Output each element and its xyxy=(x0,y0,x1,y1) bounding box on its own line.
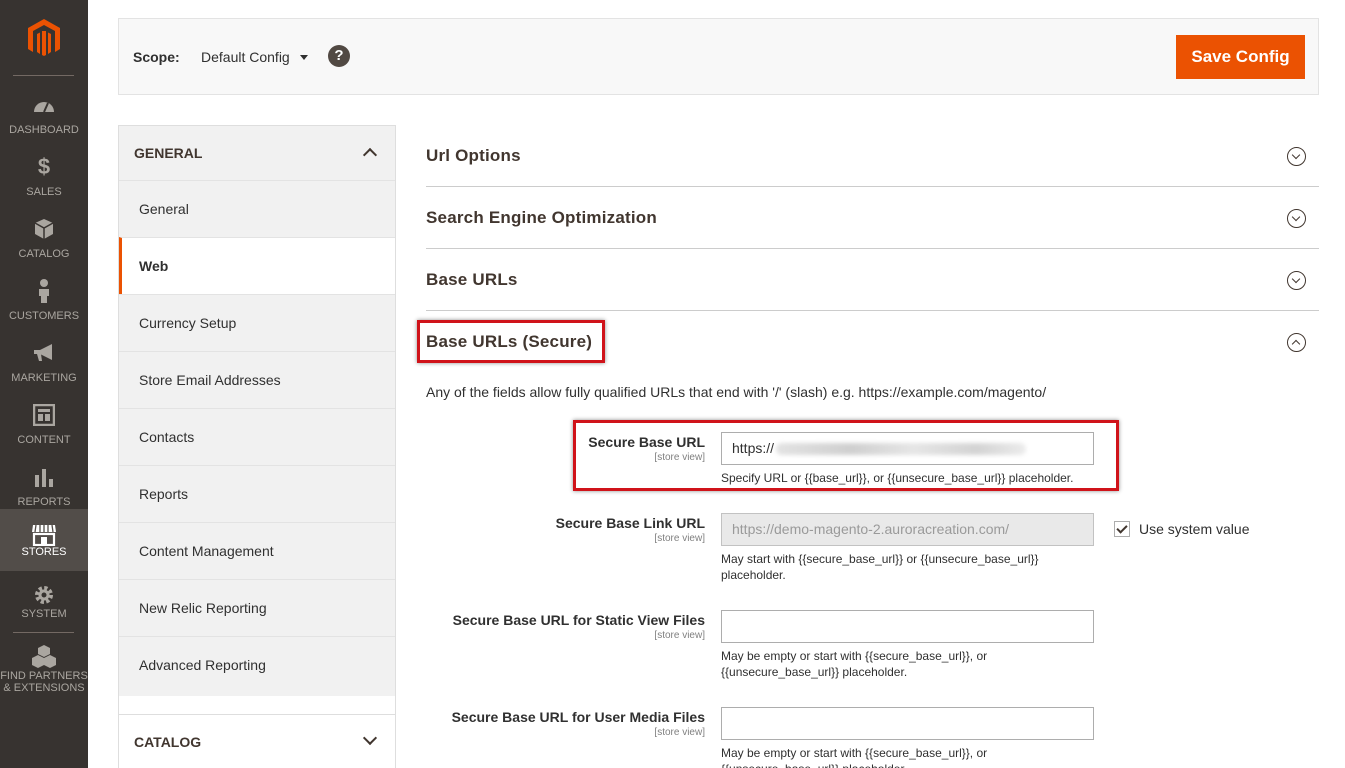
field-scope: [store view] xyxy=(654,630,705,641)
scope-switcher[interactable]: Default Config xyxy=(201,49,308,65)
nav-item-content[interactable]: Content xyxy=(0,394,88,456)
tab-group-title: Catalog xyxy=(134,734,202,750)
bar-chart-icon xyxy=(0,464,88,490)
nav-item-marketing[interactable]: Marketing xyxy=(0,332,88,394)
nav-item-stores[interactable]: Stores xyxy=(0,509,88,571)
nav-label: Find Partners & Extensions xyxy=(0,670,88,694)
field-label: Secure Base URL for User Media Files xyxy=(451,709,705,725)
store-icon xyxy=(0,522,88,548)
checkbox-checked-icon[interactable] xyxy=(1114,521,1130,537)
tab-group-general[interactable]: General xyxy=(119,126,395,180)
field-label-static-view-files: Secure Base URL for Static View Files [s… xyxy=(453,612,705,641)
caret-down-icon xyxy=(299,54,308,60)
help-icon[interactable]: ? xyxy=(328,45,350,67)
gear-icon xyxy=(0,582,88,608)
nav-separator xyxy=(13,75,74,76)
sidebar-item-store-email-addresses[interactable]: Store Email Addresses xyxy=(119,351,395,408)
sidebar-item-label: Currency Setup xyxy=(139,315,237,331)
nav-label: Content xyxy=(17,434,71,446)
section-title: Url Options xyxy=(426,146,521,165)
layout-icon xyxy=(0,402,88,428)
sidebar-item-contacts[interactable]: Contacts xyxy=(119,408,395,465)
sidebar-gap xyxy=(119,696,395,714)
nav-label: Customers xyxy=(8,310,80,322)
nav-item-dashboard[interactable]: Dashboard xyxy=(0,84,88,146)
megaphone-icon xyxy=(0,340,88,366)
sidebar-item-content-management[interactable]: Content Management xyxy=(119,522,395,579)
page-actions-bar: Scope: Default Config ? Save Config xyxy=(118,18,1319,95)
field-label-secure-base-link-url: Secure Base Link URL [store view] xyxy=(556,515,705,544)
sidebar-item-label: Content Management xyxy=(139,543,274,559)
nav-item-sales[interactable]: $ Sales xyxy=(0,146,88,208)
field-scope: [store view] xyxy=(654,727,705,738)
nav-label: Reports xyxy=(17,496,71,508)
chevron-down-circle-icon xyxy=(1287,147,1306,166)
sidebar-item-label: Web xyxy=(139,258,169,274)
field-label: Secure Base URL for Static View Files xyxy=(452,612,705,628)
sidebar-item-label: New Relic Reporting xyxy=(139,600,267,616)
section-url-options[interactable]: Url Options xyxy=(426,125,1319,187)
section-seo[interactable]: Search Engine Optimization xyxy=(426,187,1319,249)
sidebar-item-web[interactable]: Web xyxy=(119,237,395,294)
sidebar-item-label: Advanced Reporting xyxy=(139,657,266,673)
tab-group-catalog[interactable]: Catalog xyxy=(119,714,395,768)
annotation-highlight-title xyxy=(417,320,605,363)
nav-label: Stores xyxy=(21,546,67,558)
section-description: Any of the fields allow fully qualified … xyxy=(426,384,1047,400)
general-tab-list: General Web Currency Setup Store Email A… xyxy=(119,180,395,693)
person-icon xyxy=(0,278,88,304)
admin-menu: Dashboard $ Sales Catalog Customers Mark… xyxy=(0,0,88,768)
use-system-value-label: Use system value xyxy=(1139,521,1250,537)
nav-item-customers[interactable]: Customers xyxy=(0,270,88,332)
use-system-value-checkbox[interactable]: Use system value xyxy=(1114,521,1249,537)
secure-base-link-url-input[interactable]: https://demo-magento-2.auroracreation.co… xyxy=(721,513,1094,546)
save-config-button[interactable]: Save Config xyxy=(1176,35,1305,79)
sidebar-item-reports[interactable]: Reports xyxy=(119,465,395,522)
nav-label: System xyxy=(21,608,67,620)
nav-item-catalog[interactable]: Catalog xyxy=(0,208,88,270)
sidebar-item-label: General xyxy=(139,201,189,217)
sidebar-item-currency-setup[interactable]: Currency Setup xyxy=(119,294,395,351)
section-title: Base URLs xyxy=(426,270,518,289)
nav-item-find-partners[interactable]: Find Partners & Extensions xyxy=(0,640,88,714)
section-title: Search Engine Optimization xyxy=(426,208,657,227)
secure-user-media-files-input[interactable] xyxy=(721,707,1094,740)
scope-label: Scope: xyxy=(133,49,180,65)
chevron-down-circle-icon xyxy=(1287,209,1306,228)
nav-label: Sales xyxy=(26,186,62,198)
config-sidebar: General General Web Currency Setup Store… xyxy=(118,125,396,768)
nav-label: Dashboard xyxy=(9,124,79,136)
sidebar-item-general[interactable]: General xyxy=(119,180,395,237)
magento-logo-icon[interactable] xyxy=(26,18,62,58)
nav-label: Catalog xyxy=(18,248,70,260)
field-note: May start with {{secure_base_url}} or {{… xyxy=(721,552,1039,582)
nav-separator xyxy=(13,632,74,633)
field-label: Secure Base Link URL xyxy=(555,515,705,531)
field-note: May be empty or start with {{secure_base… xyxy=(721,746,988,768)
tab-group-title: General xyxy=(134,145,203,161)
chevron-up-icon xyxy=(362,147,378,163)
sidebar-item-new-relic-reporting[interactable]: New Relic Reporting xyxy=(119,579,395,636)
field-label-user-media-files: Secure Base URL for User Media Files [st… xyxy=(452,709,705,738)
section-base-urls[interactable]: Base URLs xyxy=(426,249,1319,311)
secure-static-view-files-input[interactable] xyxy=(721,610,1094,643)
cubes-icon xyxy=(0,643,88,669)
chevron-up-circle-icon xyxy=(1287,333,1306,352)
field-note: May be empty or start with {{secure_base… xyxy=(721,649,988,679)
sidebar-item-label: Reports xyxy=(139,486,189,502)
nav-label: Marketing xyxy=(11,372,77,384)
box-icon xyxy=(0,216,88,242)
chevron-down-circle-icon xyxy=(1287,271,1306,290)
sidebar-item-label: Store Email Addresses xyxy=(139,372,281,388)
sidebar-item-advanced-reporting[interactable]: Advanced Reporting xyxy=(119,636,395,693)
scope-value: Default Config xyxy=(201,49,290,65)
annotation-highlight-field xyxy=(573,420,1119,491)
dashboard-icon xyxy=(0,92,88,118)
field-scope: [store view] xyxy=(654,533,705,544)
chevron-down-icon xyxy=(362,730,378,746)
sidebar-item-label: Contacts xyxy=(139,429,195,445)
dollar-icon: $ xyxy=(37,154,51,179)
nav-label-line2: & Extensions xyxy=(3,682,85,694)
nav-label-line1: Find Partners xyxy=(0,670,88,682)
